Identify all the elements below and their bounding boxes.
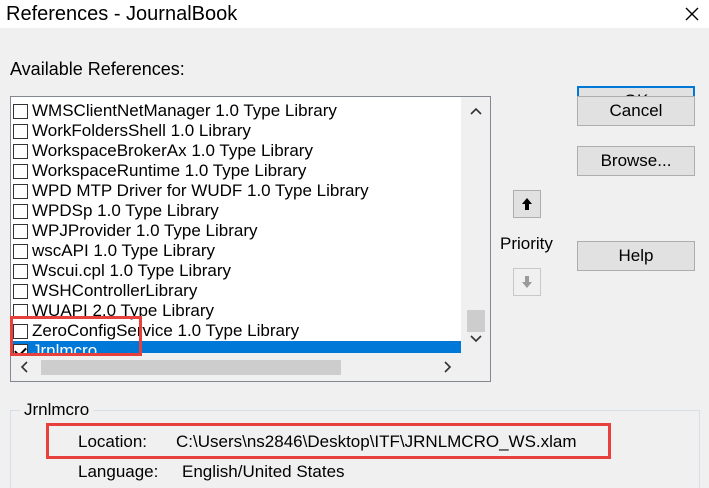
priority-up-button[interactable] [513,190,541,218]
list-item-label: WPD MTP Driver for WUDF 1.0 Type Library [32,181,369,200]
vertical-scrollbar[interactable] [461,97,490,353]
priority-down-button[interactable] [513,268,541,296]
list-item[interactable]: WorkspaceRuntime 1.0 Type Library [11,161,461,181]
checkbox[interactable] [13,123,28,139]
list-item-label: wscAPI 1.0 Type Library [32,241,215,260]
selection-highlight-box [10,316,142,356]
browse-button[interactable]: Browse... [577,146,695,176]
available-references-label: Available References: [10,59,185,79]
checkbox[interactable] [13,163,28,179]
list-item[interactable]: WSHControllerLibrary [11,281,461,301]
checkbox[interactable] [13,183,28,199]
list-item[interactable]: WPDSp 1.0 Type Library [11,201,461,221]
title-bar: References - JournalBook [0,0,709,28]
checkbox[interactable] [13,103,28,119]
list-item-label: WPJProvider 1.0 Type Library [32,221,258,240]
chevron-down-icon [470,335,482,343]
list-item-label: WPDSp 1.0 Type Library [32,201,219,220]
chevron-left-icon [20,361,28,373]
scroll-up-button[interactable] [461,97,490,125]
cancel-button[interactable]: Cancel [577,96,695,126]
list-item[interactable]: wscAPI 1.0 Type Library [11,241,461,261]
list-item[interactable]: WorkFoldersShell 1.0 Library [11,121,461,141]
list-item-label: WorkspaceBrokerAx 1.0 Type Library [32,141,313,160]
list-item[interactable]: WMSClientNetManager 1.0 Type Library [11,101,461,121]
priority-label: Priority [500,234,553,253]
location-highlight-box [46,423,611,459]
list-item[interactable]: WorkspaceBrokerAx 1.0 Type Library [11,141,461,161]
list-item-label: WSHControllerLibrary [32,281,198,300]
list-item[interactable]: WPD MTP Driver for WUDF 1.0 Type Library [11,181,461,201]
chevron-right-icon [444,361,452,373]
scrollbar-corner [461,353,490,381]
close-button[interactable] [675,0,709,28]
close-icon [685,7,699,21]
list-item-label: WorkFoldersShell 1.0 Library [32,121,251,140]
group-title: Jrnlmcro [20,400,94,420]
checkbox[interactable] [13,263,28,279]
scroll-left-button[interactable] [11,353,37,381]
horizontal-scrollbar[interactable] [11,353,461,381]
list-item[interactable]: WPJProvider 1.0 Type Library [11,221,461,241]
checkbox[interactable] [13,243,28,259]
language-value: English/United States [182,462,345,481]
window-title: References - JournalBook [6,3,238,25]
checkbox[interactable] [13,283,28,299]
checkbox[interactable] [13,143,28,159]
list-item-label: WorkspaceRuntime 1.0 Type Library [32,161,307,180]
checkbox[interactable] [13,223,28,239]
arrow-up-icon [522,198,532,210]
chevron-up-icon [470,107,482,115]
horizontal-scroll-thumb[interactable] [41,360,341,375]
scroll-right-button[interactable] [435,353,461,381]
list-item-label: Wscui.cpl 1.0 Type Library [32,261,232,280]
list-item-label: WMSClientNetManager 1.0 Type Library [32,101,337,120]
list-item[interactable]: Wscui.cpl 1.0 Type Library [11,261,461,281]
help-button[interactable]: Help [577,241,695,271]
arrow-down-icon [522,276,532,288]
scroll-down-button[interactable] [461,325,490,353]
checkbox[interactable] [13,203,28,219]
language-label: Language: [78,462,159,481]
